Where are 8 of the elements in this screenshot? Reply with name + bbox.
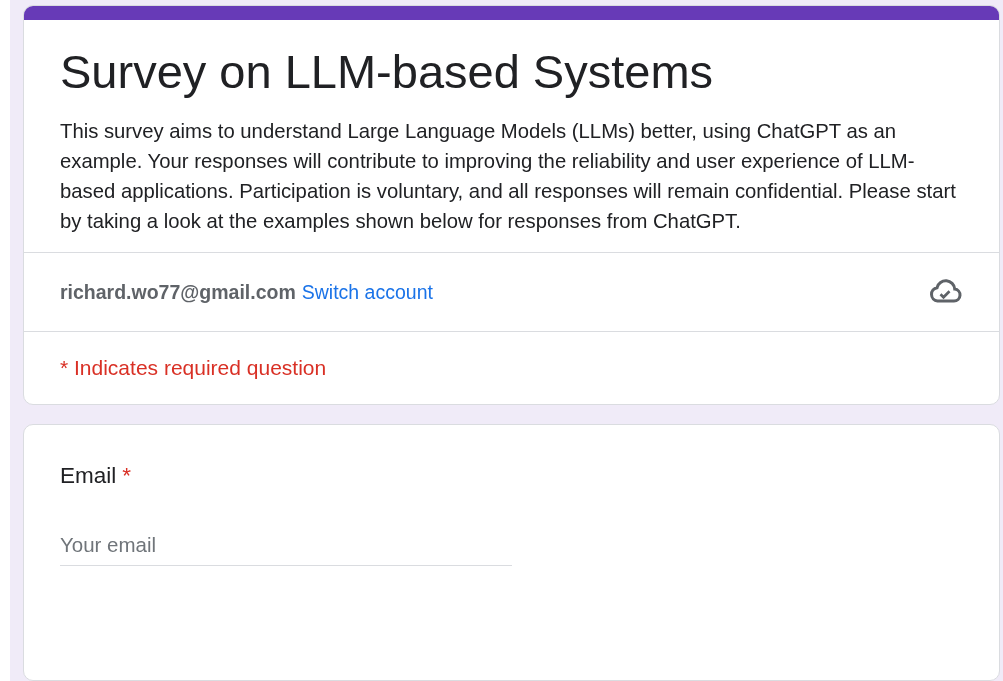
account-email: richard.wo77@gmail.com [60, 280, 296, 304]
email-field[interactable]: Your email [60, 527, 512, 566]
form-title: Survey on LLM-based Systems [60, 44, 715, 100]
switch-account-link[interactable]: Switch account [301, 280, 433, 304]
question-label: Email [60, 463, 117, 489]
form-description: This survey aims to understand Large Language Models (LLMs) better, using ChatGPT as an example. Your responses will contribute to improving the reliability and user experience of LLM-based applications. Participation is voluntary, and all responses will remain confidential. Please start by taking a look at the examples shown below for responses from ChatGPT. [60, 119, 957, 234]
required-asterisk: * [122, 463, 132, 489]
required-note: * Indicates required question [60, 356, 327, 380]
